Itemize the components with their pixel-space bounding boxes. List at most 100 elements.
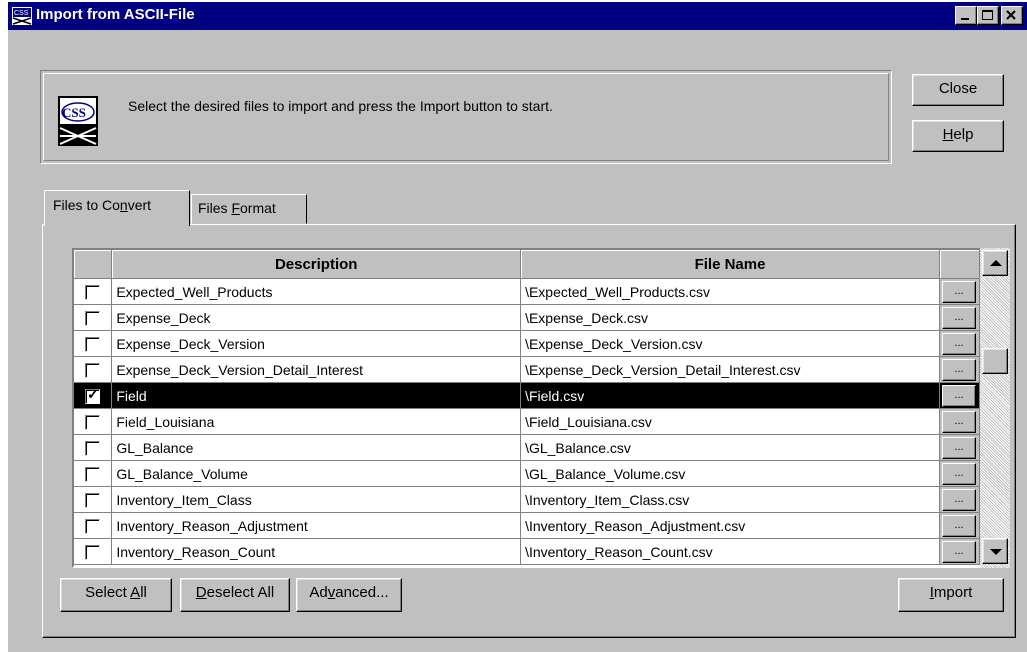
tab-files-to-convert[interactable]: Files to Convert [44, 190, 190, 226]
table-row[interactable]: Inventory_Reason_Count \Inventory_Reason_… [74, 538, 980, 565]
column-header-file-name[interactable]: File Name [520, 250, 940, 279]
description-cell[interactable]: Inventory_Item_Class [111, 486, 522, 513]
maximize-button[interactable] [977, 6, 999, 25]
advanced-button[interactable]: Advanced... [296, 578, 402, 612]
file-name-cell[interactable]: \Expected_Well_Products.csv [520, 278, 940, 305]
row-checkbox-cell[interactable] [74, 304, 113, 331]
arrow-up-icon [990, 260, 1002, 266]
table-row[interactable]: Field_Louisiana \Field_Louisiana.csv... [74, 408, 980, 435]
row-checkbox[interactable] [85, 440, 101, 456]
scroll-down-button[interactable] [982, 538, 1008, 564]
scroll-up-button[interactable] [982, 250, 1008, 276]
description-cell[interactable]: Expense_Deck [111, 304, 522, 331]
instruction-panel: CSS Select the desired files to import a… [40, 70, 892, 164]
file-name-cell[interactable]: \Inventory_Item_Class.csv [520, 486, 940, 513]
row-checkbox-cell[interactable] [74, 408, 113, 435]
browse-button[interactable]: ... [941, 488, 976, 511]
file-name-cell[interactable]: \GL_Balance_Volume.csv [520, 460, 940, 487]
table-row[interactable]: Expense_Deck_Version_Detail_Interest \Exp… [74, 356, 980, 383]
import-dialog-window: CSS Import from ASCII-File CSS Select th… [6, 0, 1027, 652]
row-checkbox[interactable] [85, 336, 101, 352]
tab-files-format[interactable]: Files Format [191, 194, 307, 224]
browse-button[interactable]: ... [941, 462, 976, 485]
browse-cell: ... [939, 408, 980, 435]
file-name-cell[interactable]: \Expense_Deck.csv [520, 304, 940, 331]
row-checkbox-cell[interactable] [74, 434, 113, 461]
browse-cell: ... [939, 434, 980, 461]
row-checkbox-cell[interactable] [74, 278, 113, 305]
row-checkbox-cell[interactable]: ✓ [74, 382, 113, 409]
table-row[interactable]: Inventory_Reason_Adjustment \Inventory_Re… [74, 512, 980, 539]
browse-button[interactable]: ... [941, 436, 976, 459]
minimize-button[interactable] [955, 6, 977, 25]
vertical-scrollbar[interactable] [980, 248, 1010, 568]
description-cell[interactable]: Inventory_Reason_Adjustment [111, 512, 522, 539]
row-checkbox[interactable] [85, 518, 101, 534]
row-checkbox[interactable] [85, 492, 101, 508]
maximize-icon [982, 10, 993, 20]
description-cell[interactable]: GL_Balance [111, 434, 522, 461]
browse-button[interactable]: ... [941, 384, 976, 407]
row-checkbox[interactable] [85, 362, 101, 378]
table-row[interactable]: Expense_Deck_Version \Expense_Deck_Versio… [74, 330, 980, 357]
table-row[interactable]: GL_Balance_Volume \GL_Balance_Volume.csv.… [74, 460, 980, 487]
row-checkbox[interactable] [85, 310, 101, 326]
tab-files-format-label: Files Format [198, 200, 276, 216]
file-name-cell[interactable]: \Inventory_Reason_Adjustment.csv [520, 512, 940, 539]
description-cell[interactable]: Expense_Deck_Version [111, 330, 522, 357]
file-name-cell[interactable]: \Expense_Deck_Version_Detail_Interest.cs… [520, 356, 940, 383]
description-cell[interactable]: GL_Balance_Volume [111, 460, 522, 487]
column-header-description[interactable]: Description [111, 250, 522, 279]
file-name-cell[interactable]: \Field.csv [520, 382, 940, 409]
table-row[interactable]: Inventory_Item_Class \Inventory_Item_Clas… [74, 486, 980, 513]
app-icon: CSS [12, 7, 32, 25]
description-cell[interactable]: Expense_Deck_Version_Detail_Interest [111, 356, 522, 383]
row-checkbox-cell[interactable] [74, 512, 113, 539]
description-cell[interactable]: Expected_Well_Products [111, 278, 522, 305]
select-all-button[interactable]: Select All [60, 578, 172, 612]
files-grid[interactable]: Description File Name Expected_Well_Prod… [72, 248, 982, 568]
row-checkbox-cell[interactable] [74, 538, 113, 565]
description-cell[interactable]: Field_Louisiana [111, 408, 522, 435]
table-row-selected[interactable]: ✓ Field \Field.csv... [74, 382, 980, 409]
table-row[interactable]: Expense_Deck \Expense_Deck.csv... [74, 304, 980, 331]
file-name-cell[interactable]: \Expense_Deck_Version.csv [520, 330, 940, 357]
row-checkbox[interactable] [85, 466, 101, 482]
row-checkbox[interactable] [85, 414, 101, 430]
browse-button[interactable]: ... [941, 306, 976, 329]
browse-button[interactable]: ... [941, 332, 976, 355]
browse-cell: ... [939, 538, 980, 565]
row-checkbox-cell[interactable] [74, 486, 113, 513]
help-button[interactable]: Help [912, 120, 1004, 152]
file-name-cell[interactable]: \Field_Louisiana.csv [520, 408, 940, 435]
deselect-all-button[interactable]: Deselect All [180, 578, 290, 612]
import-button[interactable]: Import [898, 578, 1004, 612]
row-checkbox-cell[interactable] [74, 460, 113, 487]
file-name-cell[interactable]: \Inventory_Reason_Count.csv [520, 538, 940, 565]
row-checkbox-cell[interactable] [74, 356, 113, 383]
row-checkbox[interactable] [85, 544, 101, 560]
advanced-label-rest: anced... [335, 584, 389, 601]
file-name-cell[interactable]: \GL_Balance.csv [520, 434, 940, 461]
browse-button[interactable]: ... [941, 280, 976, 303]
row-checkbox-cell[interactable] [74, 330, 113, 357]
browse-button[interactable]: ... [941, 540, 976, 563]
browse-button[interactable]: ... [941, 358, 976, 381]
select-all-label-accel: A [130, 584, 141, 601]
scroll-thumb[interactable] [982, 348, 1008, 374]
checkmark-icon: ✓ [87, 385, 99, 402]
table-row[interactable]: Expected_Well_Products \Expected_Well_Pro… [74, 278, 980, 305]
description-cell[interactable]: Inventory_Reason_Count [111, 538, 522, 565]
close-window-button[interactable] [1001, 6, 1023, 25]
browse-cell: ... [939, 330, 980, 357]
row-checkbox[interactable] [85, 284, 101, 300]
title-bar[interactable]: CSS Import from ASCII-File [8, 2, 1027, 30]
close-button[interactable]: Close [912, 74, 1004, 106]
table-row[interactable]: GL_Balance \GL_Balance.csv... [74, 434, 980, 461]
browse-button[interactable]: ... [941, 514, 976, 537]
browse-cell: ... [939, 356, 980, 383]
row-checkbox-checked[interactable]: ✓ [85, 385, 101, 404]
column-header-browse [939, 250, 980, 279]
browse-button[interactable]: ... [941, 410, 976, 433]
description-cell[interactable]: Field [111, 382, 522, 409]
